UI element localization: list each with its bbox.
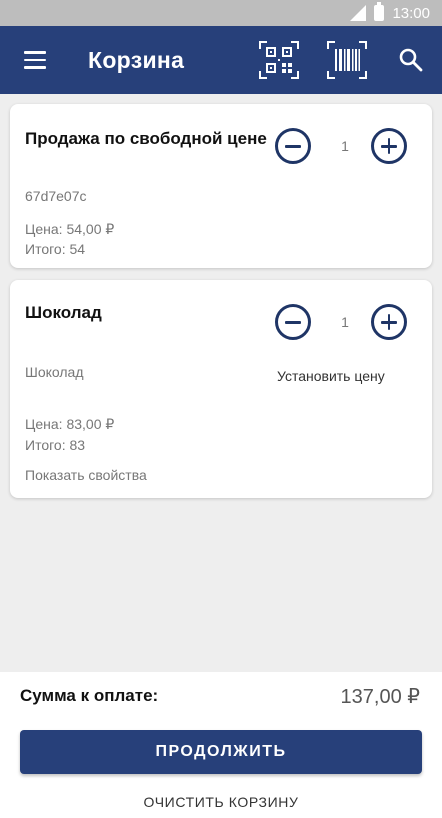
total-amount: 137,00 ₽	[340, 686, 420, 708]
item-code: 67d7e07c	[25, 188, 87, 204]
cart-item-card[interactable]: Шоколад Шоколад Установить цену Цена: 83…	[10, 280, 432, 498]
item-total: Итого: 54	[25, 241, 86, 257]
search-icon[interactable]	[398, 47, 424, 73]
decrease-quantity-button[interactable]	[275, 304, 311, 340]
barcode-icon[interactable]	[326, 40, 368, 80]
clear-cart-button[interactable]: ОЧИСТИТЬ КОРЗИНУ	[0, 794, 442, 810]
menu-icon[interactable]	[24, 51, 46, 69]
item-description: Шоколад	[25, 364, 84, 380]
qr-code-icon[interactable]	[258, 40, 300, 80]
set-price-button[interactable]: Установить цену	[277, 368, 385, 384]
decrease-quantity-button[interactable]	[275, 128, 311, 164]
battery-icon	[374, 2, 385, 21]
checkout-panel: Сумма к оплате: 137,00 ₽ ПРОДОЛЖИТЬ ОЧИС…	[0, 672, 442, 818]
signal-icon	[350, 5, 367, 21]
item-name: Шоколад	[25, 303, 102, 322]
status-bar: 13:00	[0, 0, 442, 26]
item-name: Продажа по свободной цене	[25, 129, 267, 148]
item-quantity: 1	[341, 314, 349, 330]
item-price: Цена: 54,00 ₽	[25, 221, 115, 237]
cart-item-card[interactable]: Продажа по свободной цене 67d7e07c Цена:…	[10, 104, 432, 268]
increase-quantity-button[interactable]	[371, 128, 407, 164]
page-title: Корзина	[88, 47, 185, 73]
item-quantity: 1	[341, 138, 349, 154]
continue-button[interactable]: ПРОДОЛЖИТЬ	[20, 730, 422, 774]
increase-quantity-button[interactable]	[371, 304, 407, 340]
total-label: Сумма к оплате:	[20, 686, 159, 705]
item-price: Цена: 83,00 ₽	[25, 416, 115, 432]
item-total: Итого: 83	[25, 437, 86, 453]
status-time: 13:00	[392, 4, 430, 22]
app-bar: Корзина	[0, 26, 442, 94]
show-properties-link[interactable]: Показать свойства	[25, 467, 147, 483]
